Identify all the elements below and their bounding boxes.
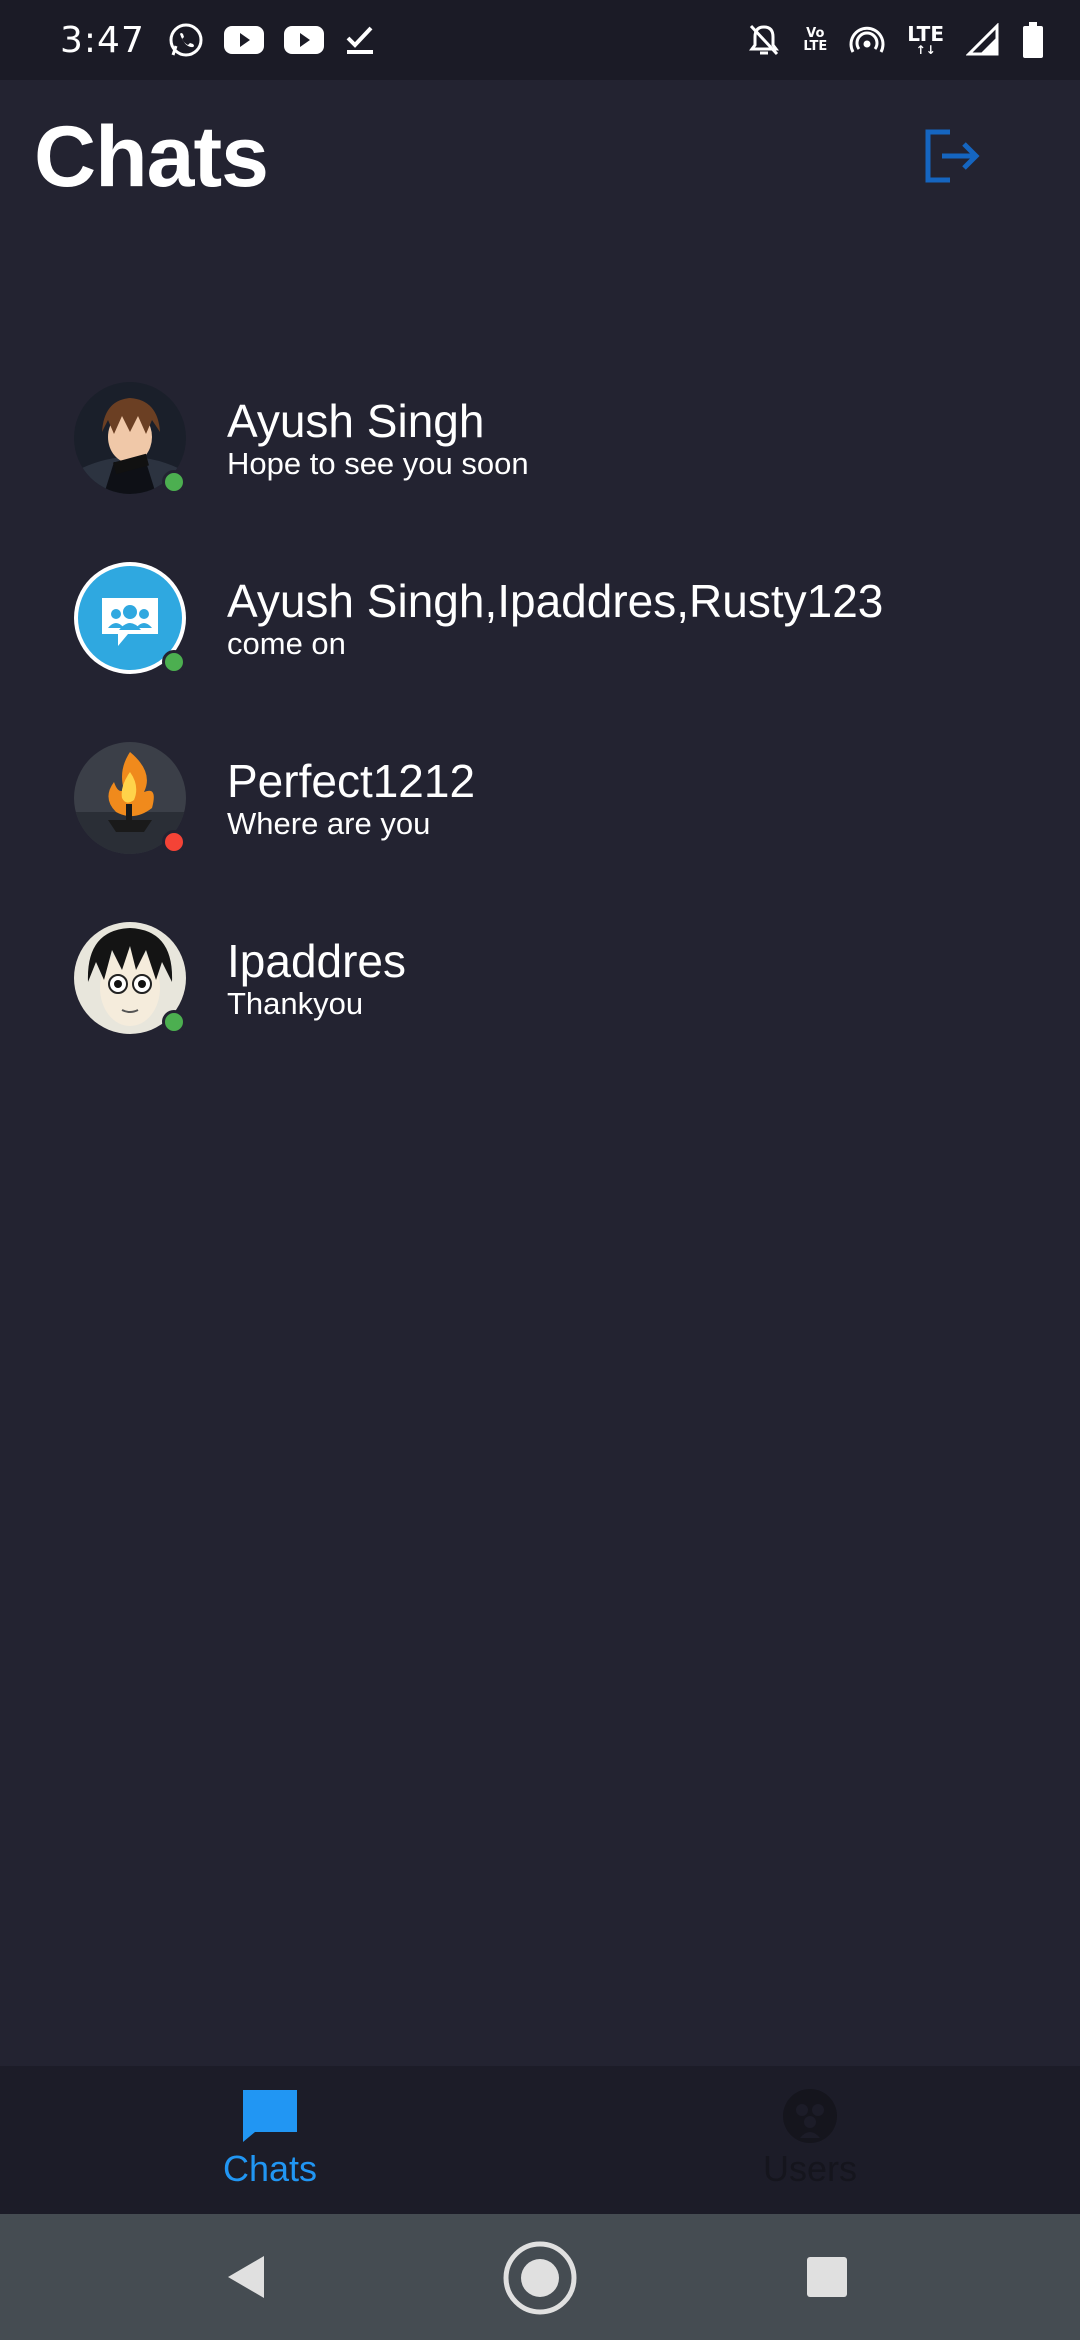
tab-chats-label: Chats <box>222 2148 318 2189</box>
page-title: Chats <box>34 109 269 205</box>
youtube-icon <box>223 24 265 56</box>
chat-last-message: Hope to see you soon <box>227 446 529 481</box>
chats-screen: 3:47 Vo LTE LTE ↑↓ Chats Ayush Singh Hop… <box>0 0 1080 2340</box>
tab-users[interactable]: Users <box>540 2066 1080 2214</box>
status-time: 3:47 <box>60 19 145 61</box>
notification-icons <box>167 21 377 59</box>
system-status-icons: Vo LTE LTE ↑↓ <box>747 21 1044 59</box>
online-status-indicator <box>162 1010 186 1034</box>
bottom-navigation: Chats Users <box>0 2066 1080 2214</box>
offline-status-indicator <box>162 830 186 854</box>
volte-icon: Vo LTE <box>803 27 827 53</box>
battery-icon <box>1022 21 1044 59</box>
recents-icon <box>807 2257 847 2297</box>
system-navigation-bar <box>0 2214 1080 2340</box>
chat-name: Ayush Singh,Ipaddres,Rusty123 <box>227 575 884 627</box>
recents-button[interactable] <box>806 2256 848 2298</box>
avatar <box>74 742 186 854</box>
chat-name: Ipaddres <box>227 935 407 987</box>
chat-list-item[interactable]: Ayush Singh Hope to see you soon <box>0 370 1080 550</box>
chat-last-message: come on <box>227 626 346 661</box>
tab-chats[interactable]: Chats <box>0 2066 540 2214</box>
online-status-indicator <box>162 470 186 494</box>
app-header: Chats <box>0 80 1080 230</box>
back-icon <box>228 2256 264 2298</box>
youtube-icon <box>283 24 325 56</box>
status-bar: 3:47 Vo LTE LTE ↑↓ <box>0 0 1080 80</box>
avatar <box>74 562 186 674</box>
home-button[interactable] <box>502 2240 578 2316</box>
chat-list: Ayush Singh Hope to see you soon Ayush S… <box>0 370 1080 1090</box>
chat-last-message: Where are you <box>227 806 431 841</box>
chat-list-item[interactable]: Perfect1212 Where are you <box>0 730 1080 910</box>
signal-icon <box>966 23 1000 57</box>
lte-icon: LTE ↑↓ <box>907 22 944 57</box>
hotspot-icon <box>849 22 885 58</box>
volte-label-bottom: LTE <box>803 39 828 54</box>
chat-last-message: Thankyou <box>227 986 364 1021</box>
bell-off-icon <box>747 22 781 58</box>
home-icon <box>503 2241 577 2315</box>
whatsapp-icon <box>167 21 205 59</box>
logout-button[interactable] <box>920 124 984 188</box>
chat-list-item[interactable]: Ipaddres Thankyou <box>0 910 1080 1090</box>
avatar <box>74 382 186 494</box>
logout-icon <box>925 129 980 183</box>
checkmark-icon <box>343 23 377 57</box>
users-icon <box>783 2089 837 2143</box>
chat-list-item[interactable]: Ayush Singh,Ipaddres,Rusty123 come on <box>0 550 1080 730</box>
chat-name: Perfect1212 <box>227 755 476 807</box>
back-button[interactable] <box>224 2254 268 2300</box>
avatar <box>74 922 186 1034</box>
chat-bubble-icon <box>243 2090 297 2142</box>
online-status-indicator <box>162 650 186 674</box>
tab-users-label: Users <box>762 2148 857 2189</box>
chat-name: Ayush Singh <box>227 395 485 447</box>
lte-label: LTE <box>907 22 944 46</box>
